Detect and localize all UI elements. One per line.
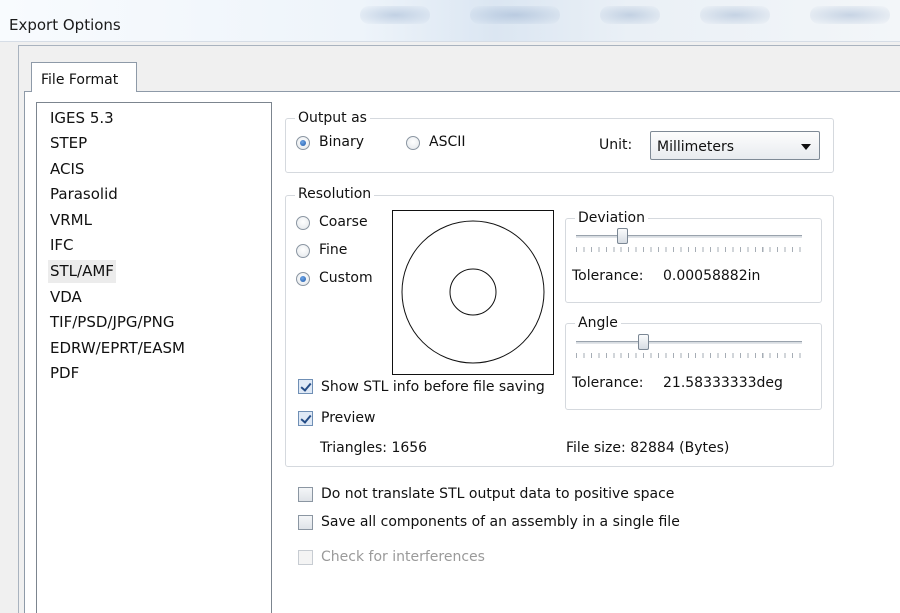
tab-file-format[interactable]: File Format [31, 62, 137, 92]
window-title: Export Options [9, 16, 121, 34]
stl-preview [392, 210, 554, 375]
title-bar-glow [360, 6, 430, 24]
list-item-step[interactable]: STEP [48, 132, 89, 155]
deviation-legend: Deviation [575, 210, 648, 226]
file-size: File size: 82884 (Bytes) [566, 440, 730, 456]
preview-circles-icon [401, 220, 545, 364]
unit-select[interactable]: Millimeters [650, 131, 820, 160]
list-item-vda[interactable]: VDA [48, 286, 84, 309]
deviation-tolerance-value: 0.00058882in [663, 268, 761, 284]
unit-label: Unit: [599, 137, 633, 153]
coarse-label[interactable]: Coarse [319, 214, 368, 230]
output-as-legend: Output as [295, 110, 370, 126]
interference-checkbox [298, 550, 313, 565]
angle-slider[interactable] [576, 334, 802, 362]
fine-label[interactable]: Fine [319, 242, 347, 258]
title-bar: Export Options [0, 0, 900, 42]
title-bar-glow [700, 6, 770, 24]
resolution-legend: Resolution [295, 186, 375, 202]
list-item-tif-psd-jpg-png[interactable]: TIF/PSD/JPG/PNG [48, 311, 176, 334]
chevron-down-icon [801, 144, 811, 150]
ascii-label[interactable]: ASCII [429, 134, 466, 150]
list-item-ifc[interactable]: IFC [48, 234, 76, 257]
no-translate-label[interactable]: Do not translate STL output data to posi… [321, 486, 674, 502]
no-translate-checkbox[interactable] [298, 487, 313, 502]
binary-label[interactable]: Binary [319, 134, 364, 150]
list-item-stl-amf[interactable]: STL/AMF [48, 260, 116, 283]
single-file-label[interactable]: Save all components of an assembly in a … [321, 514, 680, 530]
slider-track [576, 341, 802, 344]
binary-radio[interactable] [296, 136, 310, 150]
title-bar-glow [470, 6, 560, 24]
slider-track [576, 235, 802, 238]
format-list[interactable]: IGES 5.3 STEP ACIS Parasolid VRML IFC ST… [36, 102, 272, 613]
list-item-iges[interactable]: IGES 5.3 [48, 107, 116, 130]
single-file-checkbox[interactable] [298, 515, 313, 530]
angle-tolerance-value: 21.58333333deg [663, 375, 783, 391]
title-bar-glow [810, 6, 890, 24]
list-item-acis[interactable]: ACIS [48, 158, 86, 181]
deviation-slider[interactable] [576, 228, 802, 256]
list-item-pdf[interactable]: PDF [48, 362, 81, 385]
deviation-tolerance-label: Tolerance: [572, 268, 644, 284]
custom-radio[interactable] [296, 272, 310, 286]
show-stl-info-checkbox[interactable] [298, 379, 313, 394]
list-item-vrml[interactable]: VRML [48, 209, 94, 232]
title-bar-glow [600, 6, 660, 24]
slider-ticks [576, 247, 802, 252]
list-item-edrw-eprt-easm[interactable]: EDRW/EPRT/EASM [48, 337, 187, 360]
triangles-count: Triangles: 1656 [320, 440, 428, 456]
show-stl-info-label[interactable]: Show STL info before file saving [321, 379, 545, 395]
preview-checkbox[interactable] [298, 411, 313, 426]
list-item-parasolid[interactable]: Parasolid [48, 183, 120, 206]
unit-select-value: Millimeters [657, 139, 735, 155]
preview-label[interactable]: Preview [321, 410, 376, 426]
fine-radio[interactable] [296, 244, 310, 258]
slider-thumb[interactable] [638, 334, 649, 350]
angle-legend: Angle [575, 315, 621, 331]
custom-label[interactable]: Custom [319, 270, 373, 286]
slider-thumb[interactable] [617, 228, 628, 244]
angle-tolerance-label: Tolerance: [572, 375, 644, 391]
interference-label: Check for interferences [321, 549, 485, 565]
ascii-radio[interactable] [406, 136, 420, 150]
slider-ticks [576, 353, 802, 358]
coarse-radio[interactable] [296, 216, 310, 230]
